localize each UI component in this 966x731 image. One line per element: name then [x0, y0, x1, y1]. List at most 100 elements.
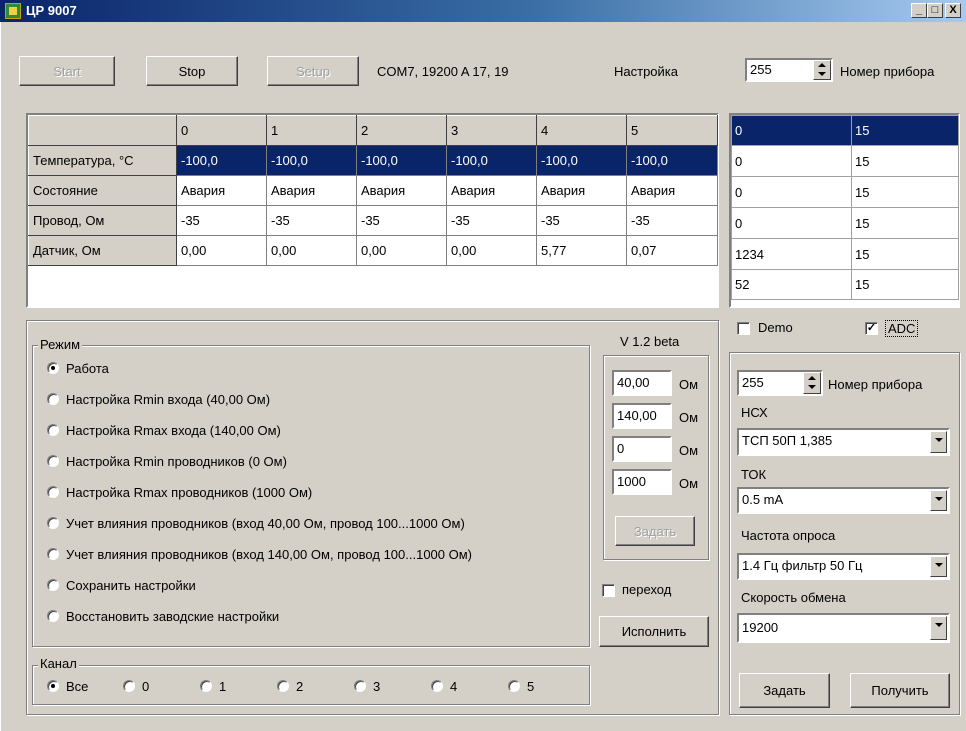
- list-item[interactable]: 0 15: [731, 207, 959, 239]
- list-cell[interactable]: 15: [851, 269, 959, 300]
- spin-up-icon[interactable]: [808, 376, 816, 380]
- mode-option-rmin-input[interactable]: Настройка Rmin входа (40,00 Ом): [44, 390, 584, 410]
- table-cell[interactable]: Авария: [446, 175, 537, 206]
- calib-rmin-input-field[interactable]: 40,00: [612, 370, 672, 396]
- table-cell[interactable]: -35: [266, 205, 357, 236]
- mode-option-rmin-wires[interactable]: Настройка Rmin проводников (0 Ом): [44, 452, 584, 472]
- side-list-grid[interactable]: 0 15 0 15 0 15 0 15 1234 15 52 15: [729, 113, 960, 308]
- list-item[interactable]: 0 15: [731, 115, 959, 146]
- panel-set-button[interactable]: Задать: [739, 673, 830, 708]
- table-cell[interactable]: -100,0: [626, 145, 718, 176]
- calib-set-button[interactable]: Задать: [615, 516, 695, 546]
- list-cell[interactable]: 15: [851, 145, 959, 177]
- calib-rmax-input-field[interactable]: 140,00: [612, 403, 672, 429]
- radio-button[interactable]: [47, 517, 59, 529]
- chevron-down-icon[interactable]: [930, 490, 947, 511]
- start-button[interactable]: Start: [19, 56, 115, 86]
- list-item[interactable]: 52 15: [731, 269, 959, 300]
- radio-button[interactable]: [47, 362, 59, 374]
- table-cell[interactable]: -100,0: [266, 145, 357, 176]
- calib-rmax-wires-field[interactable]: 1000: [612, 469, 672, 495]
- table-row-wire[interactable]: Провод, Ом -35 -35 -35 -35 -35 -35: [28, 205, 718, 236]
- radio-button[interactable]: [47, 610, 59, 622]
- table-cell[interactable]: -100,0: [176, 145, 267, 176]
- table-cell[interactable]: -35: [176, 205, 267, 236]
- mode-option-restore[interactable]: Восстановить заводские настройки: [44, 607, 584, 627]
- spin-up-icon[interactable]: [818, 63, 826, 67]
- table-cell[interactable]: 0,07: [626, 235, 718, 266]
- channel-option-3[interactable]: 3: [351, 677, 411, 697]
- list-cell[interactable]: 15: [851, 207, 959, 239]
- channel-option-5[interactable]: 5: [505, 677, 565, 697]
- list-cell[interactable]: 15: [851, 238, 959, 270]
- radio-button[interactable]: [47, 455, 59, 467]
- table-cell[interactable]: -35: [626, 205, 718, 236]
- table-cell[interactable]: -100,0: [446, 145, 537, 176]
- minimize-button[interactable]: _: [911, 3, 927, 18]
- table-row-state[interactable]: Состояние Авария Авария Авария Авария Ав…: [28, 175, 718, 206]
- spin-arrows-icon[interactable]: [813, 60, 831, 80]
- table-cell[interactable]: -35: [356, 205, 447, 236]
- list-item[interactable]: 0 15: [731, 145, 959, 177]
- table-row-temperature[interactable]: Температура, °C -100,0 -100,0 -100,0 -10…: [28, 145, 718, 176]
- radio-button[interactable]: [47, 680, 59, 692]
- list-cell[interactable]: 1234: [731, 238, 852, 270]
- measurements-grid[interactable]: 0 1 2 3 4 5 Температура, °C -100,0 -100,…: [26, 113, 719, 308]
- channel-option-2[interactable]: 2: [274, 677, 334, 697]
- radio-button[interactable]: [277, 680, 289, 692]
- table-cell[interactable]: Авария: [356, 175, 447, 206]
- radio-button[interactable]: [47, 548, 59, 560]
- radio-button[interactable]: [47, 393, 59, 405]
- table-cell[interactable]: -100,0: [536, 145, 627, 176]
- list-item[interactable]: 1234 15: [731, 238, 959, 270]
- table-cell[interactable]: 0,00: [176, 235, 267, 266]
- channel-option-4[interactable]: 4: [428, 677, 488, 697]
- setup-button[interactable]: Setup: [267, 56, 359, 86]
- radio-button[interactable]: [47, 486, 59, 498]
- maximize-button[interactable]: □: [927, 3, 943, 18]
- mode-option-wire-effect-140[interactable]: Учет влияния проводников (вход 140,00 Ом…: [44, 545, 588, 565]
- mode-option-save[interactable]: Сохранить настройки: [44, 576, 584, 596]
- spin-arrows-icon[interactable]: [803, 372, 821, 394]
- spin-down-icon[interactable]: [818, 72, 826, 76]
- table-cell[interactable]: 0,00: [446, 235, 537, 266]
- table-cell[interactable]: Авария: [266, 175, 357, 206]
- panel-get-button[interactable]: Получить: [850, 673, 950, 708]
- current-select[interactable]: 0.5 mA: [737, 487, 950, 514]
- mode-option-rmax-input[interactable]: Настройка Rmax входа (140,00 Ом): [44, 421, 584, 441]
- list-item[interactable]: 0 15: [731, 176, 959, 208]
- list-cell[interactable]: 15: [851, 176, 959, 208]
- channel-option-1[interactable]: 1: [197, 677, 257, 697]
- radio-button[interactable]: [431, 680, 443, 692]
- table-cell[interactable]: -35: [446, 205, 537, 236]
- demo-checkbox[interactable]: [737, 322, 750, 335]
- radio-button[interactable]: [47, 424, 59, 436]
- close-button[interactable]: X: [945, 3, 961, 18]
- calib-rmin-wires-field[interactable]: 0: [612, 436, 672, 462]
- adc-checkbox[interactable]: ✓: [865, 322, 878, 335]
- radio-button[interactable]: [123, 680, 135, 692]
- nsx-select[interactable]: ТСП 50П 1,385: [737, 428, 950, 456]
- radio-button[interactable]: [508, 680, 520, 692]
- list-cell[interactable]: 0: [731, 207, 852, 239]
- radio-button[interactable]: [354, 680, 366, 692]
- freq-select[interactable]: 1.4 Гц фильтр 50 Гц: [737, 553, 950, 580]
- table-cell[interactable]: Авария: [176, 175, 267, 206]
- spin-down-icon[interactable]: [808, 385, 816, 389]
- mode-option-rmax-wires[interactable]: Настройка Rmax проводников (1000 Ом): [44, 483, 584, 503]
- baud-select[interactable]: 19200: [737, 613, 950, 643]
- table-cell[interactable]: -100,0: [356, 145, 447, 176]
- table-cell[interactable]: 0,00: [356, 235, 447, 266]
- list-cell[interactable]: 0: [731, 115, 852, 146]
- table-cell[interactable]: 5,77: [536, 235, 627, 266]
- radio-button[interactable]: [47, 579, 59, 591]
- radio-button[interactable]: [200, 680, 212, 692]
- mode-option-work[interactable]: Работа: [44, 359, 584, 379]
- panel-device-number-spinner[interactable]: 255: [737, 370, 823, 396]
- channel-option-all[interactable]: Все: [44, 677, 114, 697]
- table-cell[interactable]: 0,00: [266, 235, 357, 266]
- list-cell[interactable]: 0: [731, 145, 852, 177]
- execute-button[interactable]: Исполнить: [599, 616, 709, 647]
- table-cell[interactable]: Авария: [626, 175, 718, 206]
- chevron-down-icon[interactable]: [930, 431, 947, 453]
